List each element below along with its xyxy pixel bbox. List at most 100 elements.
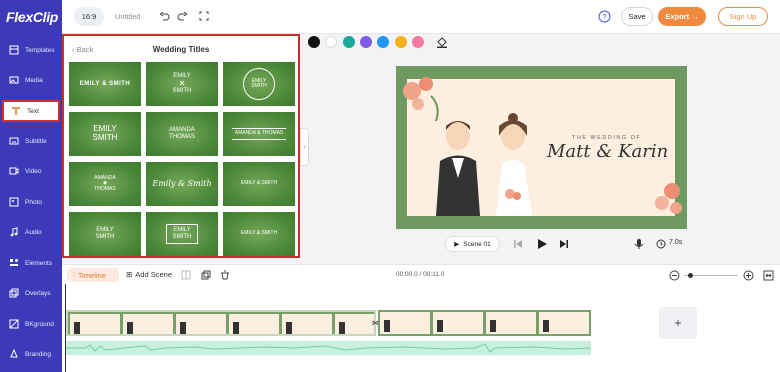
sidebar-item-label: Elements — [25, 259, 53, 267]
color-swatch-yellow[interactable] — [395, 36, 407, 48]
sidebar-item-text[interactable]: Text — [2, 100, 60, 122]
scene-2-thumbnails — [378, 310, 591, 336]
sidebar-item-subtitle[interactable]: Subtitle — [2, 130, 60, 152]
microphone-icon[interactable] — [633, 238, 645, 250]
clock-icon — [656, 238, 666, 250]
color-swatch-pink[interactable] — [412, 36, 424, 48]
timeline-icon: ⫶ — [73, 270, 75, 279]
color-swatch-white[interactable] — [325, 36, 337, 48]
sidebar-item-label: Subtitle — [25, 137, 47, 145]
sidebar-item-audio[interactable]: Audio — [2, 221, 60, 243]
add-scene-icon: ⊞ — [126, 270, 133, 279]
add-scene-button[interactable]: ⊞ Add Scene — [126, 270, 172, 279]
flexclip-logo[interactable]: FlexClip — [6, 9, 58, 25]
fit-timeline-icon[interactable] — [762, 269, 774, 281]
title-template-thumbnail[interactable]: EMILY ✕ SMITH — [146, 62, 218, 106]
signup-button[interactable]: Sign Up — [718, 7, 768, 26]
templates-icon — [9, 45, 19, 55]
color-swatch-black[interactable] — [308, 36, 320, 48]
title-template-thumbnail[interactable]: EMILY SMITH — [146, 212, 218, 256]
sidebar-item-branding[interactable]: Branding — [2, 343, 60, 365]
sidebar-item-label: Templates — [25, 46, 55, 54]
playhead[interactable] — [65, 284, 66, 372]
scene-1-thumbnails — [68, 312, 374, 334]
redo-icon[interactable] — [176, 10, 188, 22]
sidebar-item-photo[interactable]: Photo — [2, 191, 60, 213]
project-title[interactable]: Untitled — [115, 12, 140, 21]
timecode: 00:00.0 / 00:11.0 — [396, 271, 445, 278]
scene-duration[interactable]: 7.0s — [669, 239, 682, 246]
video-icon — [9, 166, 19, 176]
svg-text:?: ? — [603, 14, 607, 21]
title-template-thumbnail[interactable]: AMANDA THOMAS — [146, 112, 218, 156]
elements-icon — [9, 258, 19, 268]
branding-icon — [9, 349, 19, 359]
sidebar-item-label: Video — [25, 167, 42, 175]
zoom-slider-handle[interactable] — [688, 273, 693, 278]
split-icon[interactable] — [180, 269, 192, 281]
subtitle-icon — [9, 136, 19, 146]
duplicate-icon[interactable] — [200, 269, 212, 281]
left-sidebar: FlexClip Templates Media Text Subtitle V… — [0, 0, 62, 372]
background-icon — [9, 319, 19, 329]
sidebar-item-media[interactable]: Media — [2, 69, 60, 91]
audio-track[interactable] — [65, 341, 592, 355]
previous-scene-icon[interactable] — [512, 238, 524, 250]
title-template-thumbnail[interactable]: AMANDA & THOMAS — [223, 112, 295, 156]
sidebar-item-video[interactable]: Video — [2, 160, 60, 182]
sidebar-item-elements[interactable]: Elements — [2, 252, 60, 274]
add-clip-button[interactable]: + — [659, 307, 697, 339]
fill-bucket-icon[interactable] — [436, 36, 448, 48]
color-swatch-blue[interactable] — [377, 36, 389, 48]
help-icon[interactable]: ? — [598, 10, 611, 23]
scene-clip-1[interactable] — [66, 310, 376, 336]
text-icon — [11, 106, 21, 116]
timeline-track-area: ⋈ + — [62, 284, 780, 372]
zoom-in-icon[interactable] — [742, 269, 754, 281]
next-scene-icon[interactable] — [558, 238, 570, 250]
scene-selector[interactable]: ▶ Scene 01 — [445, 236, 500, 252]
sidebar-item-templates[interactable]: Templates — [2, 39, 60, 61]
panel-title: Wedding Titles — [152, 45, 210, 54]
audio-icon — [9, 227, 19, 237]
sidebar-item-label: Photo — [25, 198, 42, 206]
delete-icon[interactable] — [219, 269, 231, 281]
title-template-thumbnail[interactable]: EMILY & SMITH — [223, 162, 295, 206]
sidebar-item-label: BKground — [25, 320, 54, 328]
title-template-thumbnail[interactable]: EMILY SMITH — [223, 62, 295, 106]
aspect-ratio-button[interactable]: 16:9 — [74, 7, 104, 26]
chevron-left-icon: ‹ — [303, 143, 306, 151]
sidebar-item-label: Audio — [25, 228, 42, 236]
title-template-thumbnail[interactable]: EMILY SMITH — [69, 212, 141, 256]
color-swatch-purple[interactable] — [360, 36, 372, 48]
title-template-thumbnail[interactable]: Emily & Smith — [146, 162, 218, 206]
sidebar-item-label: Branding — [25, 350, 52, 358]
save-button[interactable]: Save — [621, 7, 653, 26]
undo-icon[interactable] — [158, 10, 170, 22]
media-icon — [9, 75, 19, 85]
sidebar-item-overlays[interactable]: Overlays — [2, 282, 60, 304]
fullscreen-icon[interactable] — [198, 10, 210, 22]
play-small-icon: ▶ — [454, 241, 460, 248]
title-template-thumbnail[interactable]: EMILY SMITH — [69, 112, 141, 156]
title-template-thumbnail[interactable]: EMILY & SMITH — [223, 212, 295, 256]
play-icon[interactable] — [536, 238, 548, 250]
color-swatch-teal[interactable] — [343, 36, 355, 48]
panel-collapse-handle[interactable]: ‹ — [300, 128, 309, 166]
audio-waveform — [65, 343, 592, 353]
sidebar-item-bkground[interactable]: BKground — [2, 313, 60, 335]
scene-clip-2[interactable] — [378, 310, 591, 336]
timeline-tab[interactable]: ⫶ Timeline — [67, 268, 119, 282]
wedding-titles-panel: ‹ Back Wedding Titles EMILY & SMITH EMIL… — [62, 34, 300, 258]
export-button[interactable]: Export → — [658, 7, 706, 26]
top-toolbar: 16:9 Untitled ? Save Export → Sign Up — [62, 0, 780, 34]
sidebar-item-label: Text — [27, 107, 39, 115]
couple-names-text[interactable]: Matt & Karin — [547, 141, 668, 162]
timeline-toolbar: ⫶ Timeline ⊞ Add Scene 00:00.0 / 00:11.0 — [62, 264, 780, 284]
title-template-thumbnail[interactable]: EMILY & SMITH — [69, 62, 141, 106]
zoom-out-icon[interactable] — [668, 269, 680, 281]
sidebar-item-label: Media — [25, 76, 43, 84]
title-template-thumbnail[interactable]: AMANDA ◆ THOMAS — [69, 162, 141, 206]
zoom-slider[interactable] — [684, 273, 738, 278]
photo-icon — [9, 197, 19, 207]
